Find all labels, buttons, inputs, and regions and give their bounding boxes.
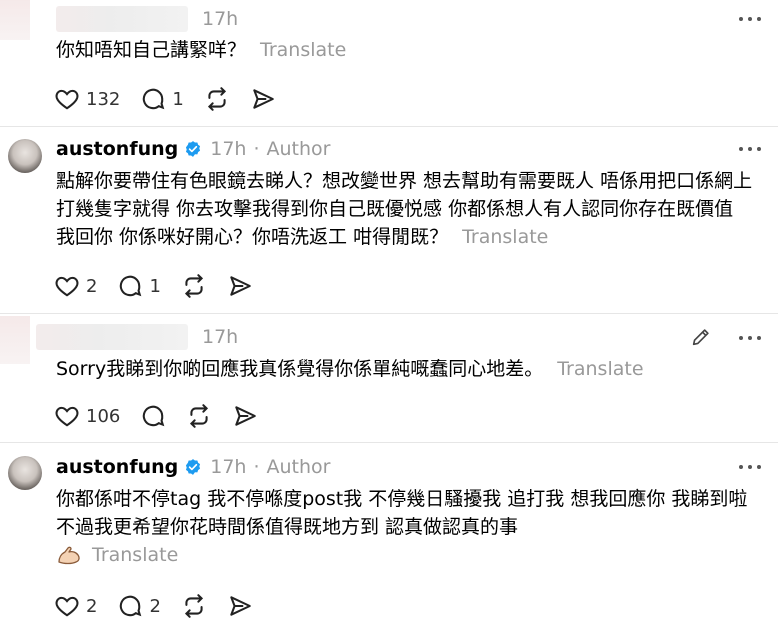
flexed-biceps-emoji: [58, 546, 80, 565]
separator-dot: ·: [253, 138, 260, 160]
post-1: 17h 你知唔知自己講緊咩？ Translate 132 1: [0, 0, 778, 125]
post-body: 點解你要帶住有色眼鏡去睇人？想改變世界 想去幫助有需要既人 唔係用把口係網上打幾…: [56, 170, 753, 248]
more-icon[interactable]: [738, 463, 764, 471]
username-blurred: [36, 324, 188, 350]
like-button[interactable]: 2: [54, 593, 97, 619]
post-body: 你都係咁不停tag 我不停喺度post我 不停幾日￼騷擾我 ￼追打我 想我回應你…: [56, 488, 748, 538]
post-header: austonfung 17h · Author: [56, 134, 330, 164]
reply-button[interactable]: 1: [140, 86, 184, 112]
action-bar: 2 1: [54, 271, 273, 301]
like-count: 2: [86, 275, 98, 297]
reply-count: 1: [149, 275, 161, 297]
author-label: Author: [266, 456, 331, 478]
reply-button[interactable]: 1: [117, 273, 161, 299]
username[interactable]: austonfung: [56, 138, 178, 160]
comment-icon: [143, 405, 165, 427]
translate-link[interactable]: Translate: [462, 226, 548, 248]
send-icon: [230, 276, 251, 296]
username[interactable]: austonfung: [56, 456, 178, 478]
repost-button[interactable]: [204, 86, 230, 112]
post-header: austonfung 17h · Author: [56, 452, 330, 482]
post-text: 你都係咁不停tag 我不停喺度post我 不停幾日￼騷擾我 ￼追打我 想我回應你…: [56, 485, 756, 569]
avatar[interactable]: [8, 139, 42, 173]
like-count: 2: [86, 595, 98, 617]
reply-count: 2: [149, 595, 161, 617]
post-body: Sorry我睇到你啲回應我真係覺得你係單純嘅蠢同心地差。: [56, 358, 544, 380]
heart-icon: [55, 276, 79, 297]
like-button[interactable]: 132: [54, 86, 120, 112]
action-bar: 2 2: [54, 591, 273, 621]
reply-button[interactable]: [140, 403, 166, 429]
send-icon: [253, 89, 274, 109]
repost-button[interactable]: [181, 593, 207, 619]
heart-icon: [55, 89, 79, 110]
like-button[interactable]: 106: [54, 403, 120, 429]
send-icon: [235, 406, 257, 426]
more-icon[interactable]: [738, 334, 764, 342]
post-header: 17h: [56, 4, 238, 34]
avatar-blurred: [0, 0, 30, 40]
verified-badge-icon: [186, 459, 201, 475]
share-button[interactable]: [250, 86, 276, 112]
more-icon[interactable]: [738, 15, 764, 23]
timestamp: 17h: [202, 8, 239, 30]
avatar[interactable]: [8, 456, 42, 490]
share-button[interactable]: [227, 273, 253, 299]
timestamp: 17h: [210, 138, 247, 160]
author-label: Author: [266, 138, 331, 160]
username-blurred: [56, 6, 188, 32]
avatar-blurred: [0, 316, 30, 364]
separator-dot: ·: [253, 456, 260, 478]
repost-icon: [184, 594, 203, 618]
share-button[interactable]: [232, 403, 258, 429]
post-4: austonfung 17h · Author 你都係咁不停tag 我不停喺度p…: [0, 443, 778, 626]
heart-icon: [55, 596, 79, 617]
repost-icon: [184, 274, 203, 298]
pencil-icon[interactable]: [690, 326, 712, 348]
post-body: 你知唔知自己講緊咩？: [56, 39, 247, 61]
translate-link[interactable]: Translate: [260, 39, 346, 61]
post-text: Sorry我睇到你啲回應我真係覺得你係單純嘅蠢同心地差。 Translate: [56, 355, 756, 383]
repost-icon: [190, 404, 209, 428]
timestamp: 17h: [210, 456, 247, 478]
more-icon[interactable]: [738, 145, 764, 153]
post-2: austonfung 17h · Author 點解你要帶住有色眼鏡去睇人？想改…: [0, 127, 778, 313]
action-bar: 132 1: [54, 84, 296, 114]
post-text: 你知唔知自己講緊咩？ Translate: [56, 36, 756, 64]
post-text: 點解你要帶住有色眼鏡去睇人？想改變世界 想去幫助有需要既人 唔係用把口係網上打幾…: [56, 167, 756, 251]
post-3: 17h Sorry我睇到你啲回應我真係覺得你係單純嘅蠢同心地差。 Translat…: [0, 314, 778, 445]
send-icon: [230, 596, 251, 616]
translate-link[interactable]: Translate: [557, 358, 643, 380]
comment-icon: [120, 595, 142, 617]
comment-icon: [143, 88, 165, 110]
post-header: 17h: [36, 322, 239, 352]
repost-button[interactable]: [186, 403, 212, 429]
translate-link[interactable]: Translate: [92, 541, 178, 569]
action-bar: 106: [54, 401, 278, 431]
heart-icon: [55, 406, 79, 427]
verified-badge-icon: [186, 141, 201, 157]
timestamp: 17h: [202, 326, 239, 348]
translate-row: Translate: [56, 541, 756, 569]
like-button[interactable]: 2: [54, 273, 97, 299]
like-count: 106: [86, 405, 121, 427]
reply-button[interactable]: 2: [117, 593, 161, 619]
like-count: 132: [86, 88, 121, 110]
repost-icon: [207, 87, 226, 111]
repost-button[interactable]: [181, 273, 207, 299]
comment-icon: [120, 275, 142, 297]
share-button[interactable]: [227, 593, 253, 619]
reply-count: 1: [172, 88, 184, 110]
